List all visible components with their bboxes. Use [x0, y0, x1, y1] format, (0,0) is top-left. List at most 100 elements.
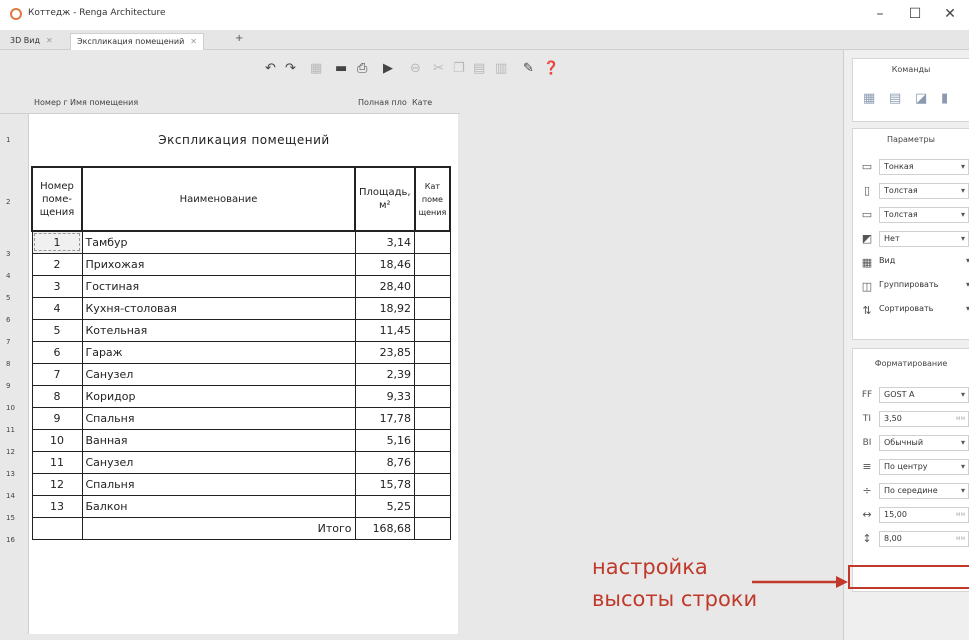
room-area-cell[interactable]: 8,76	[354, 450, 416, 474]
room-name-cell[interactable]: Спальня	[81, 406, 356, 430]
minimize-button[interactable]: –	[870, 6, 890, 22]
room-category-cell[interactable]	[414, 450, 451, 474]
row-number[interactable]: 13	[0, 470, 28, 478]
header-area[interactable]: Площадь, м²	[354, 166, 416, 232]
room-area-cell[interactable]: 2,39	[354, 362, 416, 386]
row-number[interactable]: 15	[0, 514, 28, 522]
row-number[interactable]: 4	[0, 272, 28, 280]
column-header[interactable]: Имя помещения	[70, 98, 270, 107]
wrench-icon[interactable]: ✎	[523, 61, 534, 77]
room-area-cell[interactable]: 11,45	[354, 318, 416, 342]
row-number[interactable]: 16	[0, 536, 28, 544]
room-name-cell[interactable]: Коридор	[81, 384, 356, 408]
row-number[interactable]: 7	[0, 338, 28, 346]
room-number-cell[interactable]: 4	[31, 296, 83, 320]
row-number[interactable]: 12	[0, 448, 28, 456]
column-width-input[interactable]: 15,00 мм	[879, 507, 969, 523]
undo-icon[interactable]: ↶	[265, 61, 276, 77]
param-dropdown[interactable]: Группировать ▾	[879, 280, 969, 289]
table-cell[interactable]	[31, 516, 83, 540]
row-number[interactable]: 11	[0, 426, 28, 434]
add-tab-button[interactable]: +	[235, 33, 243, 44]
row-number[interactable]: 8	[0, 360, 28, 368]
table-cell[interactable]	[414, 516, 451, 540]
room-area-cell[interactable]: 23,85	[354, 340, 416, 364]
tab-close-icon[interactable]: ✕	[46, 36, 53, 45]
font-style-select[interactable]: Обычный ▾	[879, 435, 969, 451]
total-value[interactable]: 168,68	[354, 516, 416, 540]
row-number[interactable]: 6	[0, 316, 28, 324]
close-button[interactable]: ✕	[940, 6, 960, 22]
tab-3d-view[interactable]: 3D Вид ✕	[4, 33, 59, 50]
lock-icon[interactable]: ⊖	[410, 61, 421, 77]
schedule-title[interactable]: Экспликация помещений	[29, 114, 459, 166]
room-category-cell[interactable]	[414, 318, 451, 342]
param-select[interactable]: Тонкая ▾	[879, 159, 969, 175]
font-select[interactable]: GOST A ▾	[879, 387, 969, 403]
room-category-cell[interactable]	[414, 340, 451, 364]
horizontal-align-select[interactable]: По центру ▾	[879, 459, 969, 475]
cut-icon[interactable]: ✂	[433, 61, 444, 77]
room-number-cell[interactable]: 10	[31, 428, 83, 452]
room-area-cell[interactable]: 3,14	[354, 230, 416, 254]
room-number-cell[interactable]: 9	[31, 406, 83, 430]
room-number-cell[interactable]: 12	[31, 472, 83, 496]
font-size-input[interactable]: 3,50 мм	[879, 411, 969, 427]
room-area-cell[interactable]: 18,92	[354, 296, 416, 320]
row-number[interactable]: 2	[0, 198, 28, 206]
room-area-cell[interactable]: 9,33	[354, 384, 416, 408]
row-number[interactable]: 5	[0, 294, 28, 302]
room-name-cell[interactable]: Гостиная	[81, 274, 356, 298]
room-category-cell[interactable]	[414, 494, 451, 518]
param-dropdown[interactable]: Вид ▾	[879, 256, 969, 265]
export-icon[interactable]: ▶	[383, 61, 393, 77]
room-category-cell[interactable]	[414, 230, 451, 254]
column-header[interactable]: Полная пло	[358, 98, 408, 107]
room-number-cell[interactable]: 8	[31, 384, 83, 408]
room-number-cell[interactable]: 7	[31, 362, 83, 386]
row-number[interactable]: 9	[0, 382, 28, 390]
room-category-cell[interactable]	[414, 274, 451, 298]
room-category-cell[interactable]	[414, 384, 451, 408]
redo-icon[interactable]: ↷	[285, 61, 296, 77]
header-name[interactable]: Наименование	[81, 166, 356, 232]
help-icon[interactable]: ❓	[543, 61, 559, 77]
room-name-cell[interactable]: Санузел	[81, 450, 356, 474]
room-number-cell[interactable]: 13	[31, 494, 83, 518]
copy-icon[interactable]: ❐	[453, 61, 465, 77]
insert-icon[interactable]: ▦	[310, 61, 322, 77]
column-header[interactable]: Номер г	[34, 98, 68, 107]
room-name-cell[interactable]: Котельная	[81, 318, 356, 342]
tab-close-icon[interactable]: ✕	[190, 37, 197, 46]
row-number[interactable]: 10	[0, 404, 28, 412]
room-name-cell[interactable]: Гараж	[81, 340, 356, 364]
paste-icon[interactable]: ▤	[473, 61, 485, 77]
room-area-cell[interactable]: 17,78	[354, 406, 416, 430]
room-area-cell[interactable]: 5,25	[354, 494, 416, 518]
room-name-cell[interactable]: Санузел	[81, 362, 356, 386]
maximize-button[interactable]: ☐	[905, 6, 925, 22]
vertical-align-select[interactable]: По середине ▾	[879, 483, 969, 499]
row-number[interactable]: 1	[0, 136, 28, 144]
param-select[interactable]: Толстая ▾	[879, 207, 969, 223]
row-number[interactable]: 3	[0, 250, 28, 258]
room-area-cell[interactable]: 18,46	[354, 252, 416, 276]
room-number-cell[interactable]: 6	[31, 340, 83, 364]
rows-command-icon[interactable]: ▤	[889, 91, 901, 106]
print-icon[interactable]: ⎙	[357, 61, 367, 77]
room-name-cell[interactable]: Кухня-столовая	[81, 296, 356, 320]
room-category-cell[interactable]	[414, 428, 451, 452]
room-number-cell[interactable]: 1	[31, 230, 83, 254]
room-category-cell[interactable]	[414, 406, 451, 430]
room-category-cell[interactable]	[414, 472, 451, 496]
param-dropdown[interactable]: Сортировать ▾	[879, 304, 969, 313]
room-category-cell[interactable]	[414, 362, 451, 386]
row-height-input[interactable]: 8,00 мм	[879, 531, 969, 547]
header-number[interactable]: Номер поме-щения	[31, 166, 83, 232]
row-number[interactable]: 14	[0, 492, 28, 500]
tab-schedule[interactable]: Экспликация помещений ✕	[70, 33, 204, 50]
column-header[interactable]: Кате	[412, 98, 442, 107]
grid-icon[interactable]: ▥	[495, 61, 507, 77]
table-command-icon[interactable]: ▦	[863, 91, 875, 106]
room-area-cell[interactable]: 15,78	[354, 472, 416, 496]
